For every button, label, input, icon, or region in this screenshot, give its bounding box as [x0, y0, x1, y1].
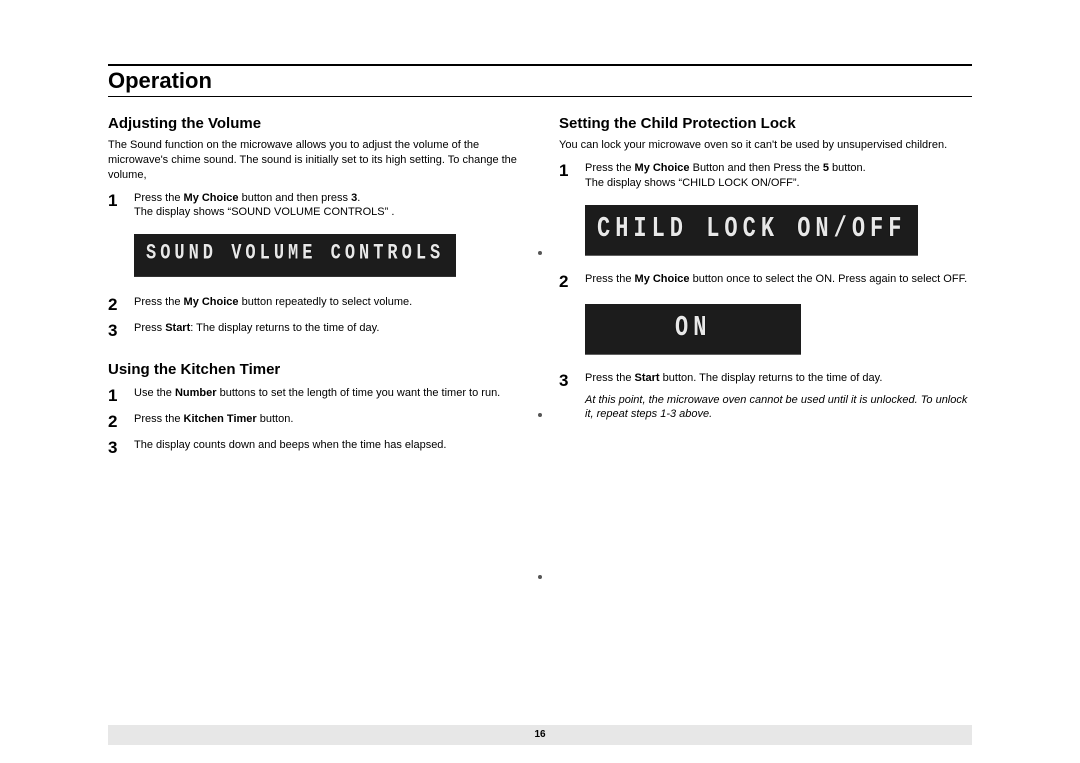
text: Press: [134, 322, 165, 334]
lock-note: At this point, the microwave oven cannot…: [585, 393, 972, 423]
step-number: 2: [559, 272, 573, 290]
heading-timer: Using the Kitchen Timer: [108, 361, 521, 378]
step-text: Use the Number buttons to set the length…: [134, 386, 521, 401]
binder-dot-icon: [538, 413, 542, 417]
text: button. The display returns to the time …: [663, 372, 883, 384]
lock-step-1: 1 Press the My Choice Button and then Pr…: [559, 161, 972, 191]
volume-intro: The Sound function on the microwave allo…: [108, 138, 521, 183]
two-column-layout: Adjusting the Volume The Sound function …: [108, 109, 972, 460]
timer-step-1: 1 Use the Number buttons to set the leng…: [108, 386, 521, 404]
text: Press the: [585, 273, 635, 285]
left-column: Adjusting the Volume The Sound function …: [108, 109, 521, 460]
lock-step-2: 2 Press the My Choice button once to sel…: [559, 272, 972, 290]
text: Press the: [585, 162, 635, 174]
step-text: Press the My Choice Button and then Pres…: [585, 161, 972, 191]
step-number: 1: [559, 161, 573, 179]
binder-dot-icon: [538, 251, 542, 255]
step-number: 3: [559, 371, 573, 389]
page-number: 16: [534, 729, 545, 740]
text: Use the: [134, 387, 175, 399]
text: The display shows “CHILD LOCK ON/OFF”.: [585, 177, 800, 189]
text: button and then press: [239, 192, 352, 204]
step-text: Press the My Choice button once to selec…: [585, 272, 972, 287]
top-rule: [108, 64, 972, 66]
lcd-display-on: ON: [585, 304, 801, 355]
right-column: Setting the Child Protection Lock You ca…: [559, 109, 972, 460]
lcd-display-sound-volume: SOUND VOLUME CONTROLS: [134, 234, 456, 277]
step-number: 1: [108, 386, 122, 404]
text: button.: [257, 413, 294, 425]
bold-text: Number: [175, 387, 217, 399]
bold-text: Kitchen Timer: [184, 413, 257, 425]
text: : The display returns to the time of day…: [190, 322, 379, 334]
text: Press the: [585, 372, 635, 384]
volume-step-2: 2 Press the My Choice button repeatedly …: [108, 295, 521, 313]
timer-step-2: 2 Press the Kitchen Timer button.: [108, 412, 521, 430]
text: button once to select the ON. Press agai…: [690, 273, 968, 285]
text: button repeatedly to select volume.: [239, 296, 413, 308]
lcd-display-child-lock: CHILD LOCK ON/OFF: [585, 205, 918, 256]
text: .: [357, 192, 360, 204]
step-text: Press Start: The display returns to the …: [134, 321, 521, 336]
binder-dot-icon: [538, 575, 542, 579]
page-number-bar: 16: [108, 725, 972, 745]
text: Button and then Press the: [690, 162, 823, 174]
timer-step-3: 3 The display counts down and beeps when…: [108, 438, 521, 456]
lock-step-3: 3 Press the Start button. The display re…: [559, 371, 972, 389]
step-number: 1: [108, 191, 122, 209]
text: The display counts down and beeps when t…: [134, 439, 446, 451]
step-text: Press the Start button. The display retu…: [585, 371, 972, 386]
text: Press the: [134, 296, 184, 308]
volume-step-3: 3 Press Start: The display returns to th…: [108, 321, 521, 339]
step-number: 2: [108, 295, 122, 313]
text: Press the: [134, 192, 184, 204]
step-text: Press the My Choice button repeatedly to…: [134, 295, 521, 310]
text: Press the: [134, 413, 184, 425]
step-text: Press the My Choice button and then pres…: [134, 191, 521, 221]
step-text: Press the Kitchen Timer button.: [134, 412, 521, 427]
bold-text: Start: [635, 372, 663, 384]
text: The display shows “SOUND VOLUME CONTROLS…: [134, 206, 394, 218]
child-lock-intro: You can lock your microwave oven so it c…: [559, 138, 972, 153]
page-title: Operation: [108, 68, 972, 94]
volume-step-1: 1 Press the My Choice button and then pr…: [108, 191, 521, 221]
bold-text: Start: [165, 322, 190, 334]
bold-text: My Choice: [635, 273, 690, 285]
title-underline: [108, 96, 972, 97]
bold-text: My Choice: [635, 162, 690, 174]
bold-text: My Choice: [184, 296, 239, 308]
text: buttons to set the length of time you wa…: [217, 387, 501, 399]
manual-page: Operation Adjusting the Volume The Sound…: [0, 0, 1080, 763]
step-number: 3: [108, 438, 122, 456]
step-number: 3: [108, 321, 122, 339]
step-number: 2: [108, 412, 122, 430]
heading-volume: Adjusting the Volume: [108, 115, 521, 132]
step-text: The display counts down and beeps when t…: [134, 438, 521, 453]
heading-child-lock: Setting the Child Protection Lock: [559, 115, 972, 132]
text: button.: [829, 162, 866, 174]
bold-text: My Choice: [184, 192, 239, 204]
